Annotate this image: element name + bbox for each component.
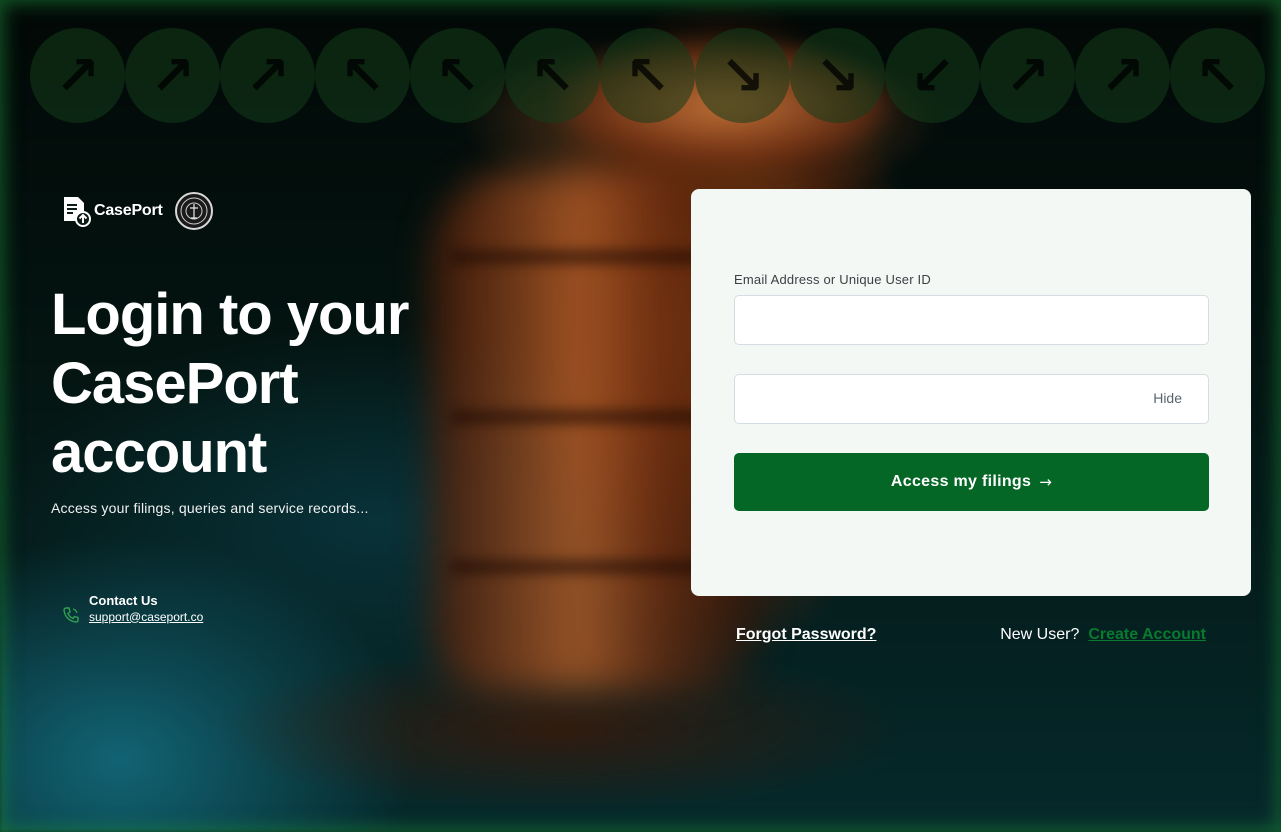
login-card: Email Address or Unique User ID Hide Acc… <box>691 189 1251 596</box>
page-subtitle: Access your filings, queries and service… <box>51 500 369 516</box>
decorative-arrow-row: ↗ ↗ ↗ ↖ ↖ ↖ ↖ ↘ ↘ ↙ ↗ ↗ ↖ <box>30 28 1265 123</box>
arrow-glyph: ↘ <box>814 44 861 107</box>
document-upload-icon <box>62 195 92 227</box>
decorative-arrow-icon: ↘ <box>695 28 790 123</box>
arrow-glyph: ↙ <box>909 44 956 107</box>
arrow-right-icon: → <box>1039 473 1053 491</box>
arrow-glyph: ↖ <box>624 44 671 107</box>
arrow-glyph: ↖ <box>339 44 386 107</box>
arrow-glyph: ↗ <box>149 44 196 107</box>
decorative-arrow-icon: ↗ <box>30 28 125 123</box>
decorative-arrow-icon: ↖ <box>600 28 695 123</box>
arrow-glyph: ↗ <box>1004 44 1051 107</box>
decorative-arrow-icon: ↖ <box>1170 28 1265 123</box>
decorative-arrow-icon: ↖ <box>315 28 410 123</box>
decorative-arrow-icon: ↘ <box>790 28 885 123</box>
page-title: Login to your CasePort account <box>51 282 410 485</box>
password-visibility-toggle[interactable]: Hide <box>1153 390 1182 406</box>
password-field[interactable] <box>734 374 1209 424</box>
arrow-glyph: ↖ <box>1194 44 1241 107</box>
decorative-arrow-icon: ↗ <box>125 28 220 123</box>
court-seal-icon <box>174 192 213 230</box>
email-field[interactable] <box>734 295 1209 345</box>
support-email-link[interactable]: support@caseport.co <box>89 610 203 624</box>
forgot-password-link[interactable]: Forgot Password? <box>736 626 876 644</box>
arrow-glyph: ↗ <box>244 44 291 107</box>
decorative-arrow-icon: ↖ <box>505 28 600 123</box>
access-filings-button[interactable]: Access my filings → <box>734 453 1209 511</box>
contact-title: Contact Us <box>89 592 158 608</box>
phone-icon <box>62 606 80 624</box>
decorative-arrow-icon: ↙ <box>885 28 980 123</box>
login-page: ↗ ↗ ↗ ↖ ↖ ↖ ↖ ↘ ↘ ↙ ↗ ↗ ↖ CasePort Login to your Cas… <box>0 0 1281 832</box>
new-user-prompt: New User? Create Account <box>1000 626 1206 644</box>
decorative-arrow-icon: ↗ <box>220 28 315 123</box>
arrow-glyph: ↖ <box>434 44 481 107</box>
contact-section: Contact Us support@caseport.co <box>62 592 203 624</box>
brand-logo: CasePort <box>62 192 213 230</box>
create-account-link[interactable]: Create Account <box>1088 626 1206 644</box>
decorative-arrow-icon: ↗ <box>1075 28 1170 123</box>
brand-name: CasePort <box>94 202 163 219</box>
decorative-arrow-icon: ↗ <box>980 28 1075 123</box>
arrow-glyph: ↗ <box>1099 44 1146 107</box>
arrow-glyph: ↖ <box>529 44 576 107</box>
access-filings-button-label: Access my filings <box>890 473 1032 490</box>
decorative-arrow-icon: ↖ <box>410 28 505 123</box>
arrow-glyph: ↘ <box>719 44 766 107</box>
new-user-text: New User? <box>1000 626 1080 643</box>
arrow-glyph: ↗ <box>54 44 101 107</box>
email-field-label: Email Address or Unique User ID <box>734 272 931 287</box>
